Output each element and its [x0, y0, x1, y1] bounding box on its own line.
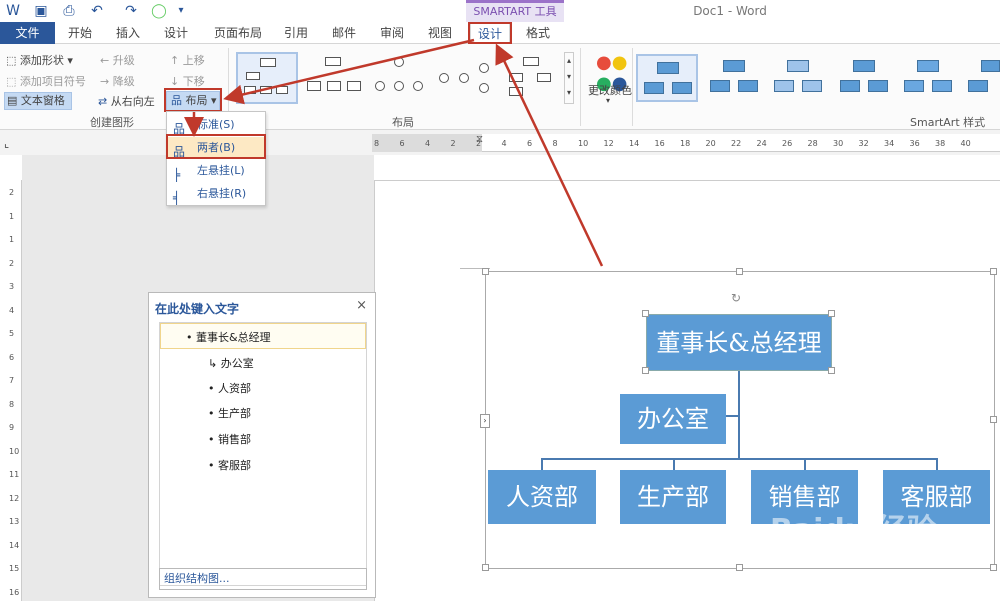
- watermark-logo: Baidu 经验: [770, 513, 937, 548]
- arrow-to-design-tab: [495, 43, 604, 267]
- arrow-to-layout: [223, 38, 475, 105]
